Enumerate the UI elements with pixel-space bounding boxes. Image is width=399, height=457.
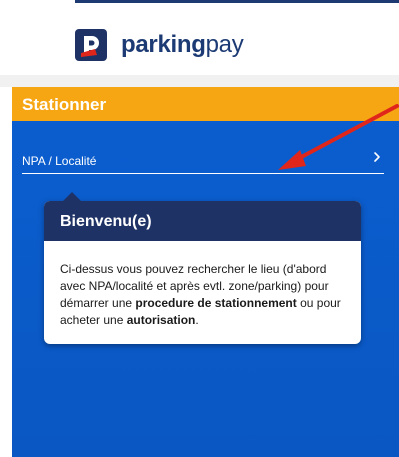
logo-text-bold: parking: [121, 31, 206, 58]
logo-text-regular: pay: [205, 31, 244, 58]
header-separator: [0, 75, 399, 87]
app-header: parkingpay: [75, 0, 399, 78]
red-annotation-arrow-icon: [278, 104, 399, 170]
tooltip-title: Bienvenu(e): [60, 213, 152, 230]
tooltip-text: Ci-dessus vous pouvez rechercher le lieu…: [60, 261, 352, 329]
welcome-tooltip: Bienvenu(e) Ci-dessus vous pouvez recher…: [44, 192, 361, 344]
tooltip-bold-procedure: procedure de stationnement: [135, 296, 297, 310]
tooltip-bold-authorization: autorisation: [126, 313, 196, 327]
tooltip-text-part-3: .: [195, 313, 199, 327]
tooltip-header: Bienvenu(e): [44, 201, 361, 241]
search-placeholder: NPA / Localité: [22, 154, 97, 168]
parkingpay-logo-icon[interactable]: [75, 29, 107, 61]
panel-title: Stationner: [22, 95, 107, 114]
logo-wordmark: parkingpay: [121, 31, 244, 59]
